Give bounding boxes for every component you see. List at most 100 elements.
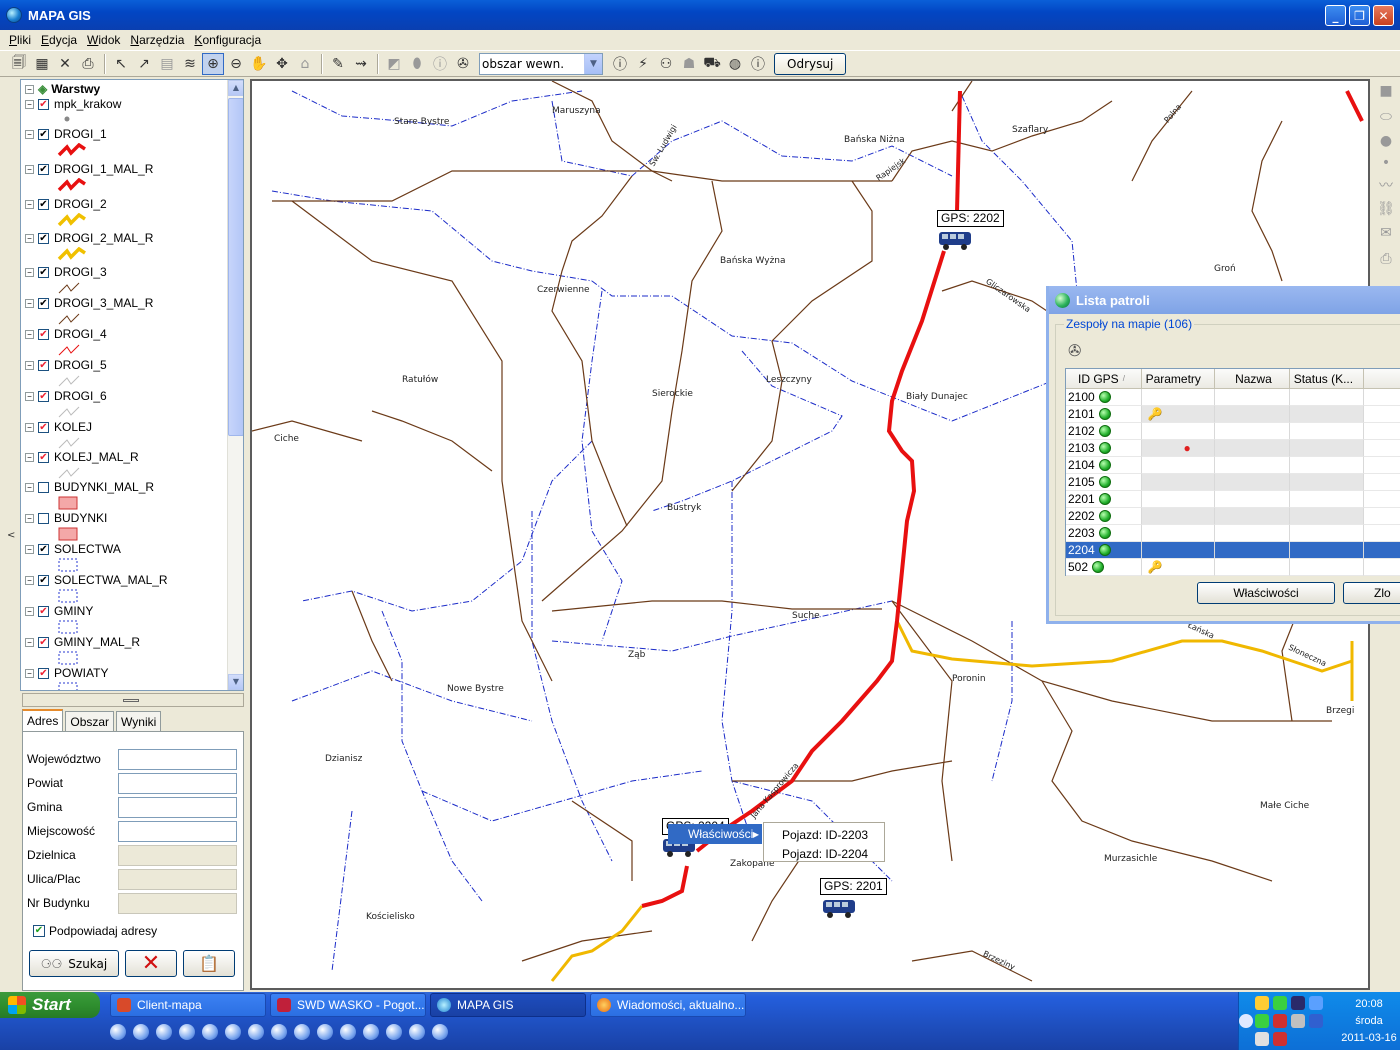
clipboard-button[interactable]: 📋: [183, 950, 235, 977]
help-icon[interactable]: ⓘ: [747, 53, 769, 75]
select-remove-icon[interactable]: ↗: [133, 53, 155, 75]
tray-bt-icon[interactable]: [1309, 1014, 1323, 1028]
menu-edycja[interactable]: Edycja: [41, 33, 77, 47]
tab-wyniki[interactable]: Wyniki: [116, 711, 162, 731]
satellite-icon[interactable]: ✇: [452, 53, 474, 75]
task-mapa-gis[interactable]: MAPA GIS: [430, 993, 586, 1017]
collapse-icon[interactable]: −: [25, 129, 34, 139]
collapse-icon[interactable]: −: [25, 298, 34, 308]
tab-adres[interactable]: Adres: [22, 709, 64, 731]
layer-checkbox[interactable]: ✔: [38, 667, 49, 679]
layer-checkbox[interactable]: ✔: [38, 543, 49, 555]
ql-icon-14[interactable]: [409, 1024, 425, 1040]
layer-item[interactable]: − ✔ KOLEJ_MAL_R: [25, 449, 139, 465]
point-tool-icon[interactable]: •: [1376, 153, 1396, 173]
task-client-mapa[interactable]: Client-mapa: [110, 993, 266, 1017]
layer-checkbox[interactable]: [38, 481, 49, 493]
layer-item[interactable]: − ✔ KOLEJ: [25, 419, 92, 435]
layer-item[interactable]: − ✔ DROGI_2: [25, 196, 107, 212]
ql-icon-13[interactable]: [386, 1024, 402, 1040]
collapse-panel-icon[interactable]: <: [7, 530, 15, 541]
rect-tool-icon[interactable]: ■: [1376, 81, 1396, 101]
edit-pencil-icon[interactable]: ✎: [327, 53, 349, 75]
vehicle-search-icon[interactable]: ⚇: [655, 53, 677, 75]
patrol-row[interactable]: 2202: [1066, 508, 1400, 525]
collapse-icon[interactable]: −: [25, 164, 34, 174]
layer-item[interactable]: − ✔ SOLECTWA_MAL_R: [25, 572, 168, 588]
layer-item[interactable]: − ✔ mpk_krakow: [25, 96, 121, 112]
ql-icon-15[interactable]: [432, 1024, 448, 1040]
tray-lock-icon[interactable]: [1255, 996, 1269, 1010]
fullextent-icon[interactable]: ⌂: [294, 53, 316, 75]
info-icon[interactable]: ⓘ: [429, 53, 451, 75]
layer-item[interactable]: − ✔ POWIATY: [25, 665, 108, 681]
menu-widok[interactable]: Widok: [87, 33, 120, 47]
tool-a-icon[interactable]: ◩: [383, 53, 405, 75]
vehicle-2202-icon[interactable]: [938, 231, 972, 251]
tray-bluetooth-icon[interactable]: [1309, 996, 1323, 1010]
minimize-button[interactable]: _: [1325, 5, 1346, 26]
form-input[interactable]: [118, 820, 237, 842]
tool-b-icon[interactable]: ⬮: [406, 53, 428, 75]
collapse-icon[interactable]: −: [25, 233, 34, 243]
patrol-row[interactable]: 2104: [1066, 457, 1400, 474]
layer-item[interactable]: − ✔ GMINY: [25, 603, 93, 619]
vehicle-2201-icon[interactable]: [822, 899, 856, 919]
layer-checkbox[interactable]: ✔: [38, 574, 49, 586]
collapse-icon[interactable]: −: [25, 575, 34, 585]
patrol-list-titlebar[interactable]: Lista patroli: [1049, 286, 1400, 314]
layer-item[interactable]: − ✔ DROGI_3_MAL_R: [25, 295, 153, 311]
layer-item[interactable]: − ✔ DROGI_2_MAL_R: [25, 230, 153, 246]
task-swd-wasko[interactable]: SWD WASKO - Pogot...: [270, 993, 426, 1017]
layer-tree-scrollbar[interactable]: ▲ ▼: [227, 80, 243, 690]
layer-item[interactable]: − BUDYNKI_MAL_R: [25, 479, 154, 495]
layer-item[interactable]: − ✔ GMINY_MAL_R: [25, 634, 140, 650]
layer-tree-root[interactable]: − ◈ Warstwy: [25, 82, 100, 96]
patrol-row[interactable]: 2105: [1066, 474, 1400, 491]
ellipse-tool-icon[interactable]: ⬭: [1376, 107, 1396, 127]
ql-icon-3[interactable]: [156, 1024, 172, 1040]
ql-icon-10[interactable]: [317, 1024, 333, 1040]
layer-item[interactable]: − ✔ DROGI_5: [25, 357, 107, 373]
redraw-button[interactable]: Odrysuj: [774, 52, 847, 75]
menu-narzedzia[interactable]: Narzędzia: [130, 33, 184, 47]
scroll-down-icon[interactable]: ▼: [228, 674, 243, 690]
start-button[interactable]: Start: [0, 992, 100, 1018]
open-icon[interactable]: 🗐: [8, 53, 30, 75]
second-button[interactable]: Zlo: [1343, 582, 1400, 604]
context-menu-properties[interactable]: Właściwości ▶: [668, 824, 762, 844]
layers-disabled-icon[interactable]: ▤: [156, 53, 178, 75]
collapse-icon[interactable]: −: [25, 513, 34, 523]
ql-icon-11[interactable]: [340, 1024, 356, 1040]
globe-icon[interactable]: ◍: [724, 53, 746, 75]
collapse-icon[interactable]: −: [25, 452, 34, 462]
menu-konfiguracja[interactable]: Konfiguracja: [194, 33, 261, 47]
patrol-row[interactable]: 2203: [1066, 525, 1400, 542]
ql-icon-12[interactable]: [363, 1024, 379, 1040]
submenu-vehicle-2204[interactable]: Pojazd: ID-2204: [764, 844, 884, 863]
print-icon[interactable]: ⎙: [77, 53, 99, 75]
collapse-icon[interactable]: −: [25, 422, 34, 432]
scroll-thumb[interactable]: [228, 98, 243, 436]
tray-app-icon[interactable]: [1291, 996, 1305, 1010]
address-info-icon[interactable]: ⓘ: [609, 53, 631, 75]
layer-checkbox[interactable]: ✔: [38, 266, 49, 278]
task-wiadomosci[interactable]: Wiadomości, aktualno...: [590, 993, 746, 1017]
move-icon[interactable]: ✥: [271, 53, 293, 75]
panel-splitter[interactable]: [22, 693, 244, 707]
collapse-icon[interactable]: −: [25, 391, 34, 401]
ql-icon-8[interactable]: [271, 1024, 287, 1040]
layer-checkbox[interactable]: ✔: [38, 636, 49, 648]
layer-item[interactable]: − BUDYNKI: [25, 510, 107, 526]
ql-icon-1[interactable]: [110, 1024, 126, 1040]
layer-checkbox[interactable]: ✔: [38, 390, 49, 402]
tray-misc-icon[interactable]: [1255, 1032, 1269, 1046]
patrol-row[interactable]: 2101 🔑: [1066, 406, 1400, 423]
ql-icon-9[interactable]: [294, 1024, 310, 1040]
clear-button[interactable]: ✕: [125, 950, 177, 977]
layer-checkbox[interactable]: ✔: [38, 328, 49, 340]
layer-checkbox[interactable]: ✔: [38, 198, 49, 210]
satellite-icon[interactable]: ✇: [1068, 341, 1081, 360]
collapse-icon[interactable]: −: [25, 360, 34, 370]
tray-volume-icon[interactable]: [1291, 1014, 1305, 1028]
